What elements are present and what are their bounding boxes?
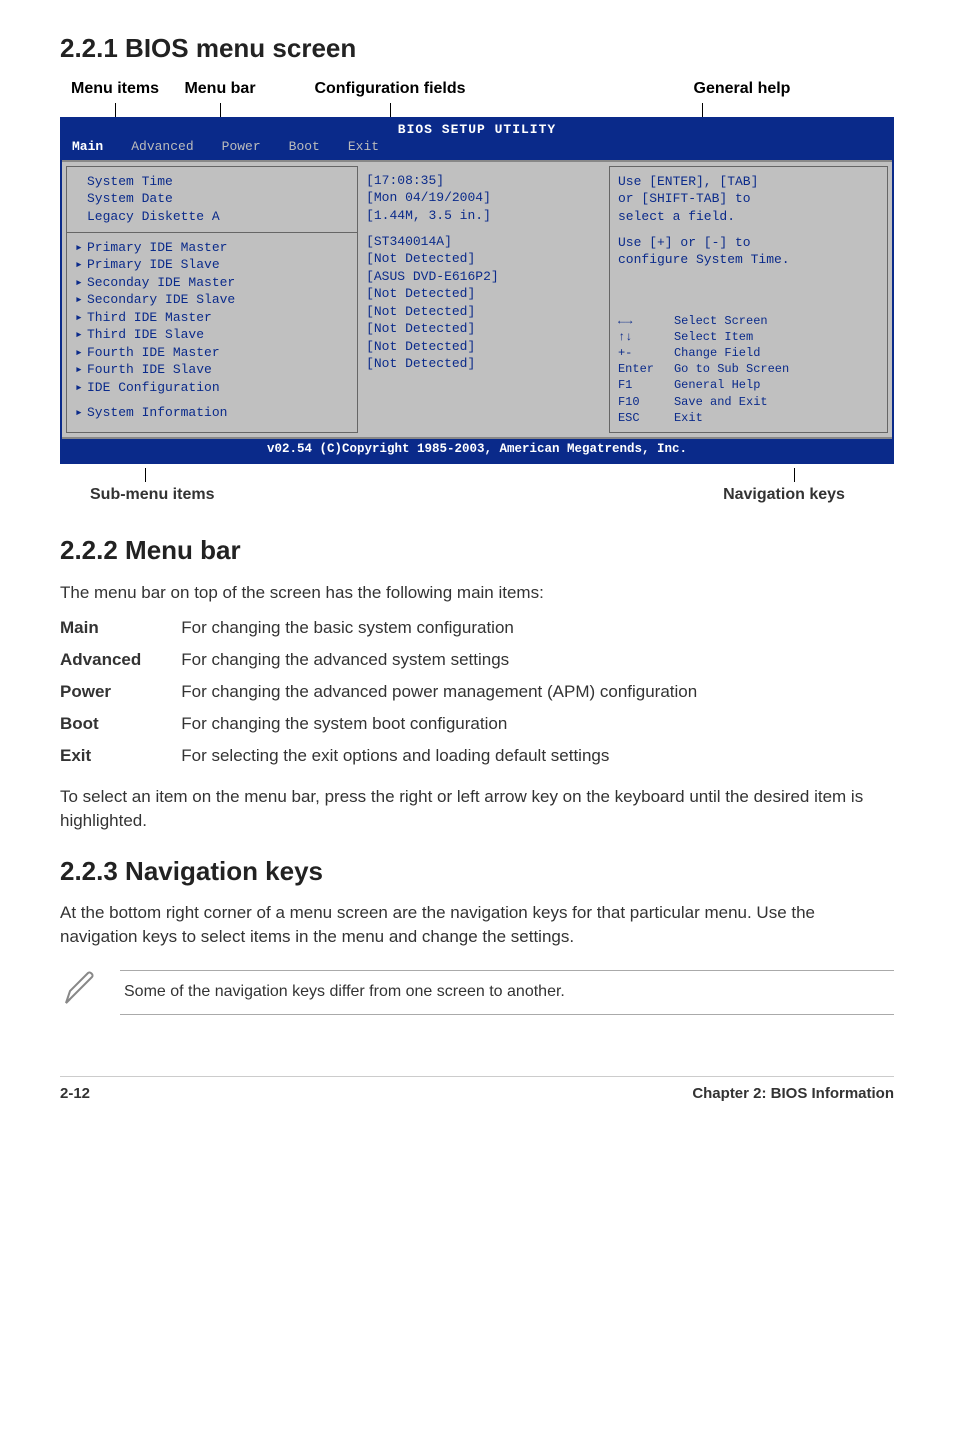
key: ↑↓ bbox=[618, 329, 674, 345]
key: ESC bbox=[618, 410, 674, 426]
def-desc: For selecting the exit options and loadi… bbox=[181, 744, 697, 776]
figure-top-labels: Menu items Menu bar Configuration fields… bbox=[60, 78, 894, 100]
page-footer: 2-12 Chapter 2: BIOS Information bbox=[60, 1076, 894, 1104]
bios-value: [ST340014A] bbox=[366, 233, 601, 251]
bios-subitem[interactable]: Primary IDE Slave bbox=[87, 256, 349, 274]
figure-bottom-leaders bbox=[60, 468, 894, 482]
bios-help-panel: Use [ENTER], [TAB] or [SHIFT-TAB] to sel… bbox=[609, 166, 888, 433]
def-desc: For changing the advanced power manageme… bbox=[181, 680, 697, 712]
def-term: Advanced bbox=[60, 648, 181, 680]
label-menu-items: Menu items bbox=[60, 78, 170, 100]
bios-subitem[interactable]: Secondary IDE Slave bbox=[87, 291, 349, 309]
label-nav-keys: Navigation keys bbox=[674, 484, 894, 506]
bios-help-line: select a field. bbox=[618, 208, 879, 226]
key: Enter bbox=[618, 361, 674, 377]
bios-value: [Not Detected] bbox=[366, 355, 601, 373]
note-text: Some of the navigation keys differ from … bbox=[120, 970, 894, 1014]
key: F10 bbox=[618, 394, 674, 410]
bios-title: BIOS SETUP UTILITY bbox=[62, 119, 892, 139]
bios-subitem[interactable]: Third IDE Slave bbox=[87, 326, 349, 344]
bios-values-panel: [17:08:35] [Mon 04/19/2004] [1.44M, 3.5 … bbox=[362, 162, 605, 437]
def-desc: For changing the basic system configurat… bbox=[181, 616, 697, 648]
def-term: Exit bbox=[60, 744, 181, 776]
key-desc: Change Field bbox=[674, 345, 760, 361]
bios-help-line: Use [+] or [-] to bbox=[618, 234, 879, 252]
bios-item[interactable]: System Date bbox=[87, 190, 349, 208]
bios-tab-power[interactable]: Power bbox=[222, 138, 261, 156]
section-heading-bios-menu-screen: 2.2.1 BIOS menu screen bbox=[60, 30, 894, 66]
bios-value: [Not Detected] bbox=[366, 338, 601, 356]
bios-value[interactable]: [Mon 04/19/2004] bbox=[366, 189, 601, 207]
bios-tab-advanced[interactable]: Advanced bbox=[131, 138, 193, 156]
bios-menubar: Main Advanced Power Boot Exit bbox=[62, 138, 892, 160]
bios-value: [Not Detected] bbox=[366, 285, 601, 303]
bios-subitem[interactable]: Primary IDE Master bbox=[87, 239, 349, 257]
def-term: Main bbox=[60, 616, 181, 648]
def-term: Power bbox=[60, 680, 181, 712]
bios-subitem[interactable]: Third IDE Master bbox=[87, 309, 349, 327]
label-config-fields: Configuration fields bbox=[270, 78, 510, 100]
bios-footer: v02.54 (C)Copyright 1985-2003, American … bbox=[62, 439, 892, 462]
bios-left-panel: System Time System Date Legacy Diskette … bbox=[66, 166, 358, 433]
section-heading-menu-bar: 2.2.2 Menu bar bbox=[60, 532, 894, 568]
key-desc: Save and Exit bbox=[674, 394, 768, 410]
nav-keys-text: At the bottom right corner of a menu scr… bbox=[60, 901, 894, 949]
menu-bar-intro: The menu bar on top of the screen has th… bbox=[60, 581, 894, 605]
label-sub-menu: Sub-menu items bbox=[60, 484, 260, 506]
def-desc: For changing the system boot configurati… bbox=[181, 712, 697, 744]
section-heading-nav-keys: 2.2.3 Navigation keys bbox=[60, 853, 894, 889]
bios-subitem[interactable]: IDE Configuration bbox=[87, 379, 349, 397]
bios-subitem[interactable]: System Information bbox=[87, 404, 349, 422]
bios-tab-boot[interactable]: Boot bbox=[289, 138, 320, 156]
bios-help-line: configure System Time. bbox=[618, 251, 879, 269]
chapter-title: Chapter 2: BIOS Information bbox=[692, 1083, 894, 1104]
key-desc: Go to Sub Screen bbox=[674, 361, 789, 377]
key: F1 bbox=[618, 377, 674, 393]
note-box: Some of the navigation keys differ from … bbox=[60, 969, 894, 1016]
key-desc: Select Screen bbox=[674, 313, 768, 329]
bios-nav-keys: ←→Select Screen ↑↓Select Item +-Change F… bbox=[618, 313, 879, 426]
def-term: Boot bbox=[60, 712, 181, 744]
bios-item[interactable]: System Time bbox=[87, 173, 349, 191]
label-general-help: General help bbox=[510, 78, 894, 100]
bios-value[interactable]: [1.44M, 3.5 in.] bbox=[366, 207, 601, 225]
key-desc: Select Item bbox=[674, 329, 753, 345]
key-desc: General Help bbox=[674, 377, 760, 393]
bios-value: [Not Detected] bbox=[366, 303, 601, 321]
key: ←→ bbox=[618, 313, 674, 329]
bios-tab-exit[interactable]: Exit bbox=[348, 138, 379, 156]
bios-value: [Not Detected] bbox=[366, 320, 601, 338]
bios-screen: BIOS SETUP UTILITY Main Advanced Power B… bbox=[60, 117, 894, 464]
figure-top-leaders bbox=[60, 103, 894, 117]
bios-value[interactable]: [17:08:35] bbox=[366, 172, 601, 190]
bios-subitem[interactable]: Seconday IDE Master bbox=[87, 274, 349, 292]
page-number: 2-12 bbox=[60, 1083, 90, 1104]
figure-bottom-labels: Sub-menu items Navigation keys bbox=[60, 484, 894, 506]
pencil-icon bbox=[60, 969, 104, 1016]
def-desc: For changing the advanced system setting… bbox=[181, 648, 697, 680]
bios-tab-main[interactable]: Main bbox=[72, 138, 103, 156]
key: +- bbox=[618, 345, 674, 361]
bios-item[interactable]: Legacy Diskette A bbox=[87, 208, 349, 226]
bios-help-line: Use [ENTER], [TAB] bbox=[618, 173, 879, 191]
bios-help-line: or [SHIFT-TAB] to bbox=[618, 190, 879, 208]
bios-subitem[interactable]: Fourth IDE Master bbox=[87, 344, 349, 362]
bios-subitem[interactable]: Fourth IDE Slave bbox=[87, 361, 349, 379]
bios-value: [Not Detected] bbox=[366, 250, 601, 268]
key-desc: Exit bbox=[674, 410, 703, 426]
bios-value: [ASUS DVD-E616P2] bbox=[366, 268, 601, 286]
label-menu-bar: Menu bar bbox=[170, 78, 270, 100]
menu-bar-definitions: MainFor changing the basic system config… bbox=[60, 616, 697, 775]
menu-bar-outro: To select an item on the menu bar, press… bbox=[60, 785, 894, 833]
